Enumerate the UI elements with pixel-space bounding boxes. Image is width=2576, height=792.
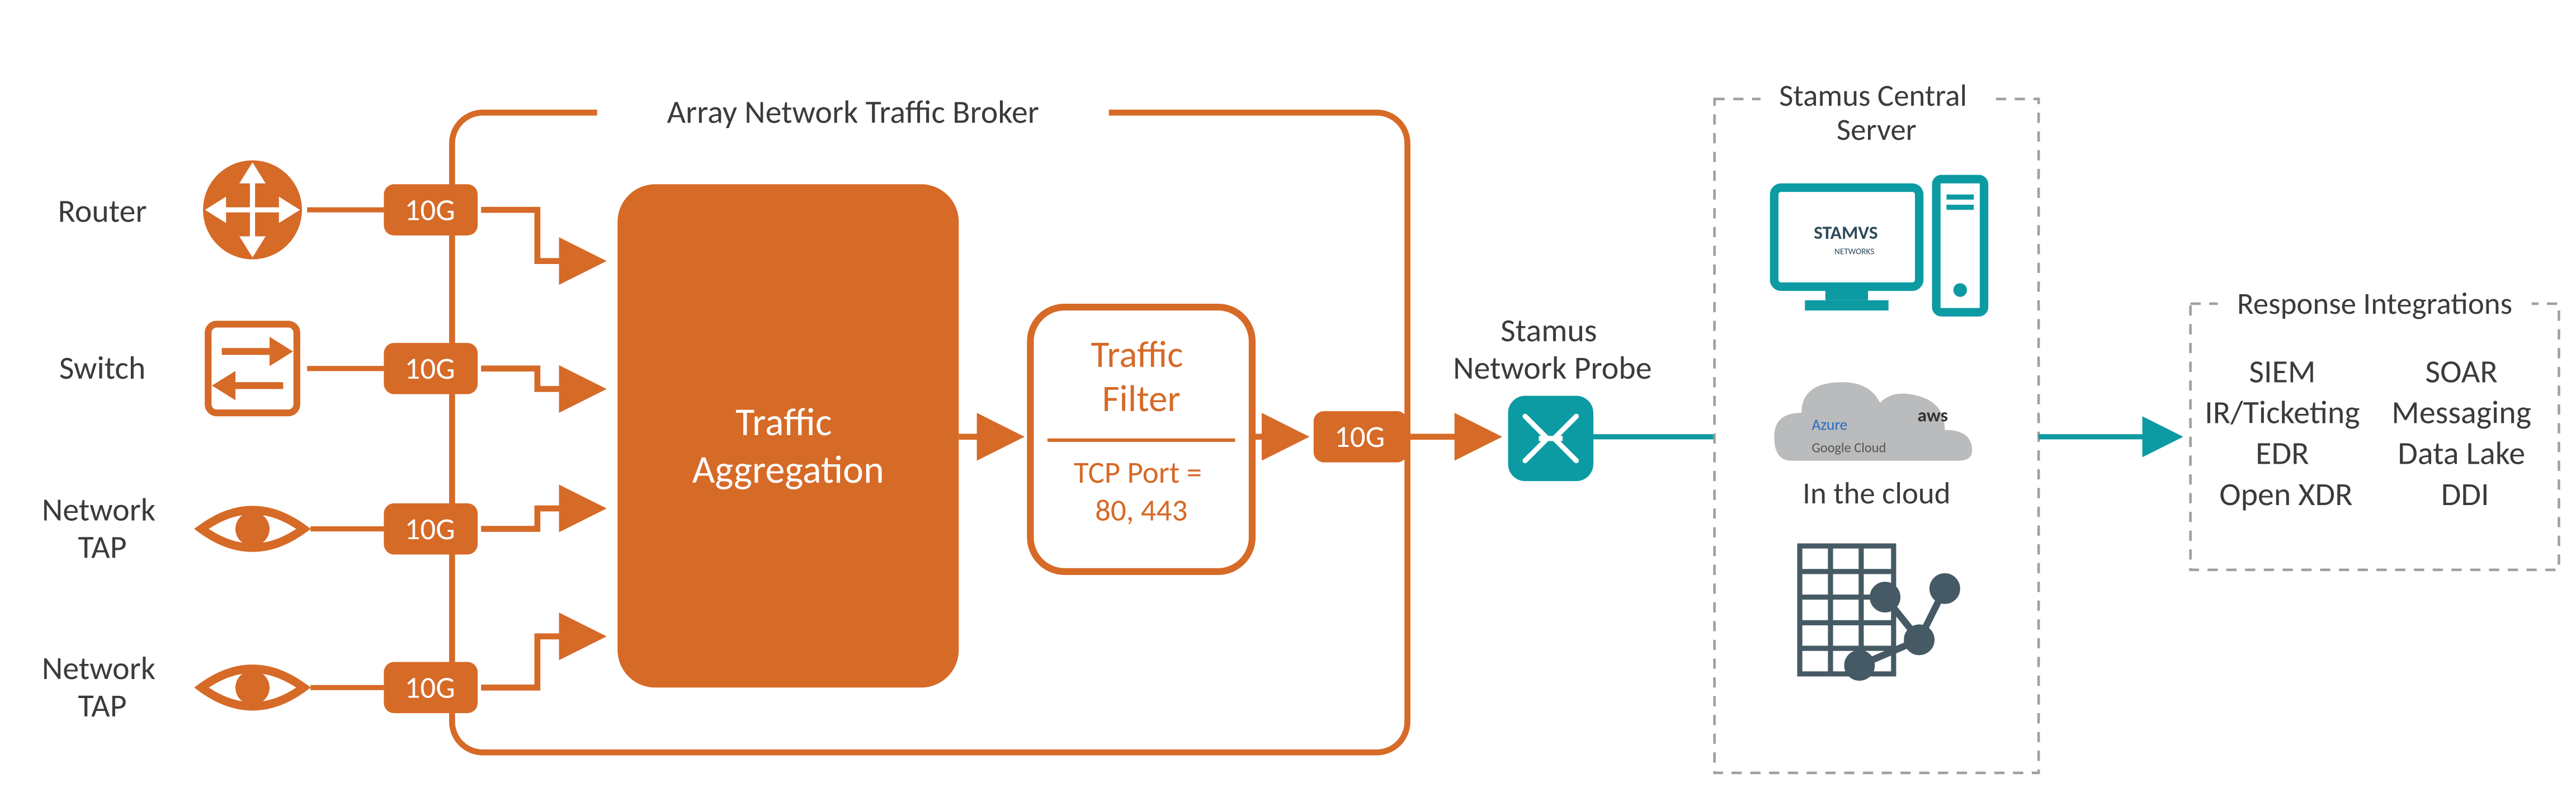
svg-text:10G: 10G	[405, 191, 455, 228]
tap2-label-line1: Network	[42, 648, 155, 688]
svg-text:Stamus Network Probe: Stamus Network Probe	[1453, 310, 1652, 388]
svg-text:10G: 10G	[405, 510, 455, 548]
svg-text:Traffic Filter: Traffic Filter	[1091, 332, 1192, 422]
port-10g: 10G	[384, 503, 478, 555]
router-label: Router	[58, 191, 147, 231]
svg-text:NETWORKS: NETWORKS	[1834, 246, 1874, 257]
svg-text:Network TAP: Network TAP	[42, 489, 163, 567]
svg-text:Network TAP: Network TAP	[42, 648, 163, 725]
tap1-label-line2: TAP	[78, 527, 126, 567]
cloud-icon: aws Azure Google Cloud	[1774, 382, 1972, 460]
traffic-filter: Traffic Filter TCP Port = 80, 443	[1030, 307, 1252, 572]
connector	[481, 508, 597, 529]
source-switch: Switch	[59, 324, 297, 413]
port-10g: 10G	[384, 662, 478, 714]
tap1-label-line1: Network	[42, 489, 155, 529]
connector	[481, 210, 597, 261]
cloud-caption: In the cloud	[1803, 474, 1950, 512]
response-col1: SIEM IR/Ticketing EDR Open XDR	[2205, 351, 2367, 514]
port-10g-output: 10G	[1314, 411, 1408, 463]
port-10g: 10G	[384, 184, 478, 235]
svg-text:Stamus Central Server: Stamus Central Server	[1779, 77, 1974, 148]
source-tap-1: Network TAP	[42, 489, 304, 567]
broker-title: Array Network Traffic Broker	[667, 92, 1039, 132]
svg-text:STAMVS: STAMVS	[1814, 221, 1878, 244]
eye-icon	[201, 510, 304, 548]
response-integrations: Response Integrations SIEM IR/Ticketing …	[2191, 285, 2559, 570]
svg-text:10G: 10G	[405, 669, 455, 706]
tap2-label-line2: TAP	[78, 686, 126, 725]
source-router: Router	[58, 161, 301, 260]
svg-text:Google Cloud: Google Cloud	[1811, 439, 1886, 456]
svg-text:10G: 10G	[1334, 418, 1385, 455]
connector	[481, 637, 597, 688]
svg-text:Azure: Azure	[1811, 416, 1847, 435]
response-title: Response Integrations	[2237, 285, 2512, 322]
stamus-central: Stamus Central Server STAMVS NETWORKS aw…	[1715, 77, 2039, 773]
port-10g: 10G	[384, 343, 478, 394]
eye-icon	[201, 669, 304, 706]
svg-text:10G: 10G	[405, 350, 455, 387]
switch-label: Switch	[59, 348, 146, 388]
switch-icon	[208, 324, 297, 413]
datacenter-icon	[1800, 546, 1957, 677]
monitor-icon: STAMVS NETWORKS	[1774, 179, 1984, 312]
connector	[481, 369, 597, 389]
source-tap-2: Network TAP	[42, 648, 304, 725]
stamus-probe: Stamus Network Probe	[1453, 310, 1652, 481]
svg-text:aws: aws	[1918, 404, 1948, 427]
response-col2: SOAR Messaging Data Lake DDI	[2391, 351, 2539, 514]
diagram-canvas: Router Switch Network TAP	[0, 0, 2576, 791]
